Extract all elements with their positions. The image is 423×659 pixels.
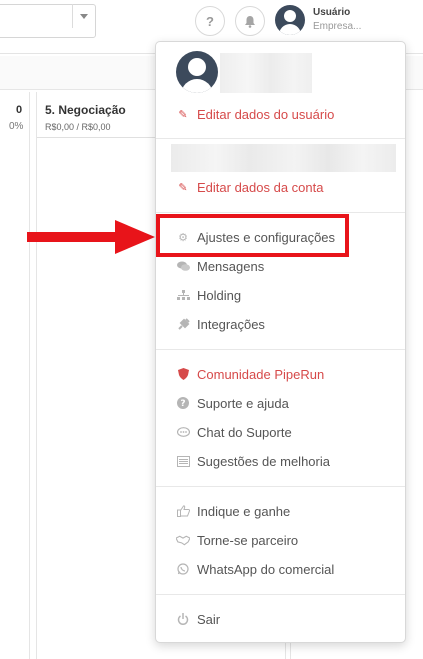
messages-link[interactable]: Mensagens <box>176 256 264 276</box>
edit-account-link[interactable]: ✎ Editar dados da conta <box>176 177 323 197</box>
community-link[interactable]: Comunidade PipeRun <box>176 364 324 384</box>
refer-label: Indique e ganhe <box>197 503 291 519</box>
messages-label: Mensagens <box>197 258 265 274</box>
logout-link[interactable]: Sair <box>176 609 220 629</box>
logout-label: Sair <box>197 611 221 627</box>
handshake-icon <box>176 533 190 547</box>
user-company[interactable]: Empresa... <box>313 21 361 32</box>
select-divider <box>72 4 73 28</box>
support-chat-label: Chat do Suporte <box>197 424 292 440</box>
question-circle-icon: ? <box>176 396 190 410</box>
chat-dots-icon <box>176 425 190 439</box>
svg-text:?: ? <box>180 399 185 409</box>
pipeline-select[interactable] <box>0 4 96 38</box>
divider <box>156 138 405 139</box>
holding-label: Holding <box>197 287 242 303</box>
list-alt-icon <box>176 454 190 468</box>
column-amount: R$0,00 / R$0,00 <box>45 122 111 132</box>
chevron-down-icon[interactable] <box>80 14 88 19</box>
user-menu-dropdown: ✎ Editar dados do usuário ✎ Editar dados… <box>155 41 406 643</box>
refer-link[interactable]: Indique e ganhe <box>176 501 290 521</box>
user-name[interactable]: Usuário <box>313 7 350 18</box>
thumbs-up-icon <box>176 504 190 518</box>
plug-icon <box>176 317 190 331</box>
support-link[interactable]: ? Suporte e ajuda <box>176 393 289 413</box>
menu-user-avatar <box>176 51 218 93</box>
partner-label: Torne-se parceiro <box>197 532 299 548</box>
previous-column-count: 0 <box>16 104 23 116</box>
divider <box>156 212 405 213</box>
chat-bubbles-icon <box>176 259 190 273</box>
pencil-icon: ✎ <box>178 181 188 194</box>
divider <box>156 594 405 595</box>
community-label: Comunidade PipeRun <box>197 366 325 382</box>
divider <box>156 349 405 350</box>
edit-user-label: Editar dados do usuário <box>197 106 335 122</box>
divider <box>156 486 405 487</box>
previous-column <box>0 92 30 659</box>
integrations-link[interactable]: Integrações <box>176 314 265 334</box>
whatsapp-icon <box>176 562 190 576</box>
dropdown-caret <box>278 42 294 49</box>
suggestions-label: Sugestões de melhoria <box>197 453 330 469</box>
shield-icon <box>176 367 190 381</box>
bell-icon <box>245 15 255 28</box>
whatsapp-link[interactable]: WhatsApp do comercial <box>176 559 334 579</box>
partner-link[interactable]: Torne-se parceiro <box>176 530 298 550</box>
redacted-account-name <box>171 144 396 172</box>
previous-column-percent: 0% <box>9 121 24 132</box>
support-chat-link[interactable]: Chat do Suporte <box>176 422 292 442</box>
redacted-user-name <box>220 53 312 93</box>
user-avatar[interactable] <box>275 5 305 35</box>
sitemap-icon <box>176 288 190 302</box>
notifications-button[interactable] <box>235 6 265 36</box>
suggestions-link[interactable]: Sugestões de melhoria <box>176 451 330 471</box>
power-icon <box>176 612 190 626</box>
holding-link[interactable]: Holding <box>176 285 241 305</box>
whatsapp-label: WhatsApp do comercial <box>197 561 335 577</box>
column-title: 5. Negociação <box>45 103 126 117</box>
help-button[interactable]: ? <box>195 6 225 36</box>
edit-account-label: Editar dados da conta <box>197 179 324 195</box>
pencil-icon: ✎ <box>178 108 188 121</box>
edit-user-link[interactable]: ✎ Editar dados do usuário <box>176 104 334 124</box>
question-icon: ? <box>206 13 214 29</box>
annotation-arrow <box>27 220 155 254</box>
support-label: Suporte e ajuda <box>197 395 289 411</box>
annotation-highlight-box <box>156 214 349 257</box>
integrations-label: Integrações <box>197 316 265 332</box>
